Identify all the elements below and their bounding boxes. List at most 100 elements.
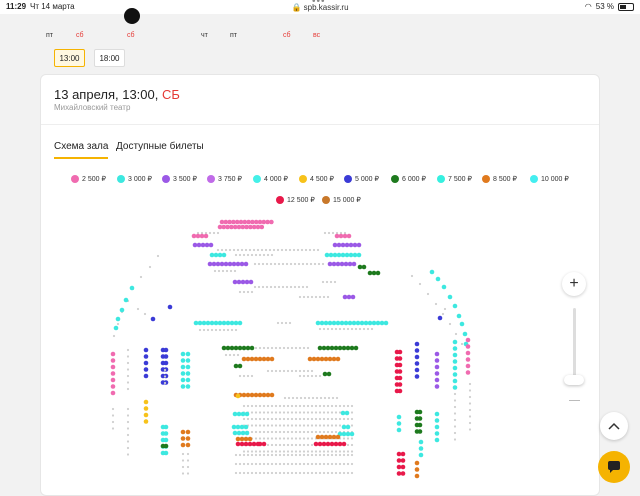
seat[interactable] <box>397 382 403 387</box>
seat[interactable] <box>221 320 227 326</box>
seat[interactable] <box>232 279 238 285</box>
seat[interactable] <box>180 358 186 363</box>
seat[interactable] <box>110 351 116 357</box>
seat[interactable] <box>337 345 343 351</box>
seat[interactable] <box>213 252 219 258</box>
zoom-slider-track[interactable] <box>573 308 576 380</box>
seat[interactable] <box>331 434 337 440</box>
seat[interactable] <box>245 392 251 398</box>
seat[interactable] <box>418 452 424 458</box>
seat[interactable] <box>397 375 403 381</box>
seat[interactable] <box>397 349 403 355</box>
seat[interactable] <box>253 392 259 398</box>
seat[interactable] <box>417 416 423 421</box>
seat[interactable] <box>396 427 402 433</box>
seat[interactable] <box>325 441 331 447</box>
seat[interactable] <box>396 451 402 457</box>
seat[interactable] <box>327 320 333 326</box>
seat[interactable] <box>245 356 251 362</box>
seat[interactable] <box>249 345 255 351</box>
seat[interactable] <box>396 421 402 426</box>
seat[interactable] <box>375 320 381 326</box>
seat[interactable] <box>239 441 245 447</box>
seating-map[interactable] <box>0 14 640 480</box>
seat[interactable] <box>244 430 250 436</box>
seat[interactable] <box>229 345 235 351</box>
minus-icon[interactable] <box>569 400 580 401</box>
seat[interactable] <box>459 321 465 327</box>
seat[interactable] <box>397 356 403 361</box>
seat[interactable] <box>180 377 186 383</box>
seat[interactable] <box>243 441 249 447</box>
seat[interactable] <box>185 377 191 383</box>
seat[interactable] <box>143 360 149 366</box>
seat[interactable] <box>346 233 352 239</box>
seat[interactable] <box>414 473 420 479</box>
seat[interactable] <box>323 320 329 326</box>
seat[interactable] <box>363 320 369 326</box>
seat[interactable] <box>319 434 325 440</box>
seat[interactable] <box>201 320 207 326</box>
seat[interactable] <box>397 369 403 374</box>
seat[interactable] <box>357 264 363 270</box>
seat[interactable] <box>248 279 254 285</box>
seat[interactable] <box>329 345 335 351</box>
seat[interactable] <box>235 261 241 267</box>
seat[interactable] <box>400 451 406 457</box>
seat[interactable] <box>221 252 227 258</box>
seat[interactable] <box>200 242 206 248</box>
seat[interactable] <box>356 242 362 248</box>
seat[interactable] <box>329 441 335 447</box>
seat[interactable] <box>437 315 443 321</box>
seat[interactable] <box>323 434 329 440</box>
seat[interactable] <box>239 261 245 267</box>
seat[interactable] <box>429 269 435 275</box>
seat[interactable] <box>349 345 355 351</box>
seat[interactable] <box>355 320 361 326</box>
seat[interactable] <box>215 261 221 267</box>
seat[interactable] <box>110 390 116 396</box>
seat[interactable] <box>414 354 420 360</box>
seat[interactable] <box>143 367 149 372</box>
seat[interactable] <box>315 434 321 440</box>
seat[interactable] <box>232 411 238 417</box>
seat[interactable] <box>417 409 423 415</box>
seat[interactable] <box>447 294 453 300</box>
seat[interactable] <box>205 320 211 326</box>
seat[interactable] <box>185 364 191 370</box>
zoom-slider-thumb[interactable] <box>564 375 584 385</box>
seat[interactable] <box>434 377 440 383</box>
seat[interactable] <box>345 431 351 437</box>
seat[interactable] <box>435 276 441 282</box>
seat[interactable] <box>311 356 317 362</box>
seat[interactable] <box>193 320 199 326</box>
seat[interactable] <box>414 374 420 379</box>
seat[interactable] <box>269 392 275 398</box>
seat[interactable] <box>319 320 325 326</box>
seat[interactable] <box>348 252 354 258</box>
seat[interactable] <box>414 341 420 347</box>
seat[interactable] <box>213 320 219 326</box>
seat[interactable] <box>115 316 121 322</box>
seat[interactable] <box>123 297 129 303</box>
seat[interactable] <box>219 261 225 267</box>
seat[interactable] <box>400 458 406 463</box>
seat[interactable] <box>231 261 237 267</box>
seat[interactable] <box>367 270 373 276</box>
seat[interactable] <box>241 392 247 398</box>
seat[interactable] <box>207 261 213 267</box>
seat[interactable] <box>235 393 241 399</box>
seat[interactable] <box>356 252 362 258</box>
seat[interactable] <box>452 385 458 390</box>
seat[interactable] <box>235 436 241 442</box>
seat[interactable] <box>434 424 440 430</box>
seat[interactable] <box>331 320 337 326</box>
seat[interactable] <box>348 242 354 248</box>
seat[interactable] <box>229 320 235 326</box>
seat[interactable] <box>163 443 169 449</box>
seat[interactable] <box>211 261 217 267</box>
seat[interactable] <box>209 252 215 258</box>
seat[interactable] <box>335 434 341 440</box>
seat[interactable] <box>197 320 203 326</box>
seat[interactable] <box>351 261 357 267</box>
